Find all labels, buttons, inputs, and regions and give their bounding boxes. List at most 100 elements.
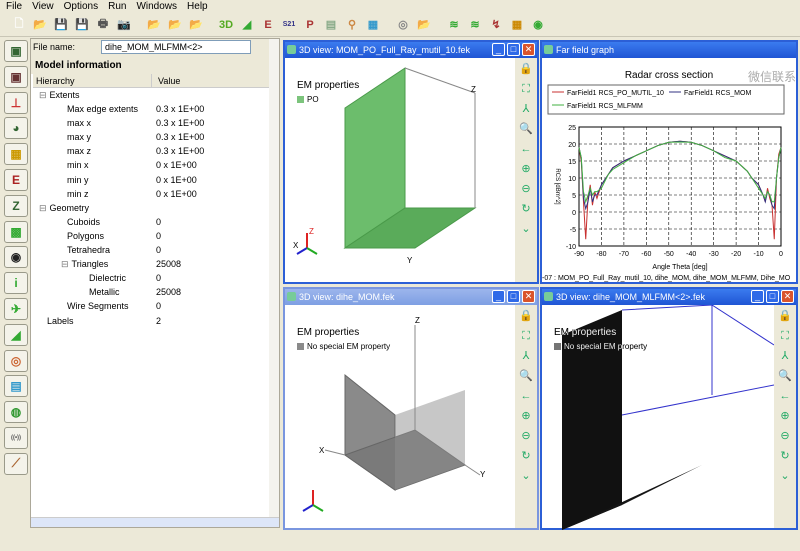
minimize-button[interactable]: _ xyxy=(492,290,505,303)
axes-icon[interactable]: ⅄ xyxy=(518,348,535,365)
maximize-button[interactable]: □ xyxy=(766,290,779,303)
rotate-icon[interactable]: ↻ xyxy=(518,448,535,465)
tree-row[interactable]: Metallic 25008 xyxy=(31,285,279,299)
s21-icon[interactable]: S21 xyxy=(280,16,298,34)
monitor2-icon[interactable]: ▣ xyxy=(4,65,28,88)
gauge-icon[interactable]: ◎ xyxy=(4,349,28,372)
open-model-icon[interactable]: 📂 xyxy=(145,16,163,34)
window-title[interactable]: 3D view: MOM_PO_Full_Ray_mutil_10.fek _ □… xyxy=(285,42,537,58)
transform-icon[interactable]: ↯ xyxy=(487,16,505,34)
menu-run[interactable]: Run xyxy=(108,0,126,13)
chip-icon[interactable]: ▩ xyxy=(4,220,28,243)
tree-row[interactable]: Wire Segments 0 xyxy=(31,299,279,313)
new-file-icon[interactable]: 🗋 xyxy=(10,16,28,34)
3d-viewport[interactable]: Z Y ZX xyxy=(285,58,515,284)
open-results-icon[interactable]: 📂 xyxy=(166,16,184,34)
zoom-extents-icon[interactable]: ⛶ xyxy=(777,328,794,345)
vertical-scrollbar[interactable] xyxy=(269,39,279,527)
zoom-extents-icon[interactable]: ⛶ xyxy=(518,81,535,98)
zoom-in-icon[interactable]: ⊕ xyxy=(777,408,794,425)
out-icon[interactable]: 📂 xyxy=(415,16,433,34)
tree-row[interactable]: ⊟ Triangles 25008 xyxy=(31,257,279,271)
tree-row[interactable]: ⊟ Geometry xyxy=(31,201,279,215)
3d-viewport[interactable]: Z X Y xyxy=(285,305,515,530)
menu-file[interactable]: File xyxy=(6,0,22,13)
tree-row[interactable]: Labels 2 xyxy=(31,314,279,328)
back-arrow-icon[interactable]: ← xyxy=(518,141,535,158)
spectrum-icon[interactable]: ▤ xyxy=(4,375,28,398)
probe-icon[interactable]: ⚲ xyxy=(343,16,361,34)
rcs-chart[interactable]: Radar cross section FarField1 RCS_PO_MUTI… xyxy=(542,58,796,282)
axes-icon[interactable]: ⅄ xyxy=(518,101,535,118)
zoom-out-icon[interactable]: ⊖ xyxy=(518,428,535,445)
farfield-e-icon[interactable]: ≋ xyxy=(466,16,484,34)
arrow-icon[interactable]: ◢ xyxy=(4,323,28,346)
tree-row[interactable]: max y 0.3 x 1E+00 xyxy=(31,130,279,144)
zoom-icon[interactable]: 🔍 xyxy=(777,368,794,385)
E-icon[interactable]: E xyxy=(4,168,28,191)
axes-icon[interactable]: ⊥ xyxy=(4,91,28,114)
menu-help[interactable]: Help xyxy=(187,0,208,13)
close-button[interactable]: ✕ xyxy=(522,290,535,303)
horizontal-scrollbar[interactable] xyxy=(31,517,279,527)
file-name-select[interactable] xyxy=(101,40,252,54)
expand-icon[interactable]: ⌄ xyxy=(518,468,535,485)
3d-view-icon[interactable]: 3D xyxy=(217,16,235,34)
target-icon[interactable]: ◎ xyxy=(394,16,412,34)
zoom-out-icon[interactable]: ⊖ xyxy=(518,181,535,198)
compare-icon[interactable]: ▤ xyxy=(322,16,340,34)
zoom-icon[interactable]: 🔍 xyxy=(518,368,535,385)
farfield-c-icon[interactable]: ≋ xyxy=(445,16,463,34)
axes-icon[interactable]: ⅄ xyxy=(777,348,794,365)
tree-row[interactable]: min z 0 x 1E+00 xyxy=(31,187,279,201)
zoom-in-icon[interactable]: ⊕ xyxy=(518,161,535,178)
collapse-icon[interactable]: ⊟ xyxy=(39,90,47,100)
lock-icon[interactable]: 🔒 xyxy=(518,61,535,78)
cadfeko-icon[interactable]: ◢ xyxy=(238,16,256,34)
open-icon[interactable]: 📂 xyxy=(31,16,49,34)
minimize-button[interactable]: _ xyxy=(751,290,764,303)
grid-icon[interactable]: ▦ xyxy=(4,143,28,166)
table-icon[interactable]: ▦ xyxy=(508,16,526,34)
back-arrow-icon[interactable]: ← xyxy=(518,388,535,405)
tree-row[interactable]: min y 0 x 1E+00 xyxy=(31,173,279,187)
tree-row[interactable]: Tetrahedra 0 xyxy=(31,243,279,257)
tree-row[interactable]: Polygons 0 xyxy=(31,229,279,243)
p-icon[interactable]: P xyxy=(301,16,319,34)
zoom-extents-icon[interactable]: ⛶ xyxy=(518,328,535,345)
back-arrow-icon[interactable]: ← xyxy=(777,388,794,405)
tree-row[interactable]: min x 0 x 1E+00 xyxy=(31,158,279,172)
camera-icon[interactable]: 📷 xyxy=(115,16,133,34)
tree-row[interactable]: max x 0.3 x 1E+00 xyxy=(31,116,279,130)
window-title[interactable]: Far field graph xyxy=(542,42,796,58)
ring-icon[interactable]: ◉ xyxy=(529,16,547,34)
tree-row[interactable]: Dielectric 0 xyxy=(31,271,279,285)
Z-icon[interactable]: Z xyxy=(4,194,28,217)
monitor-icon[interactable]: ▣ xyxy=(4,40,28,62)
tree-row[interactable]: Max edge extents 0.3 x 1E+00 xyxy=(31,102,279,116)
menu-options[interactable]: Options xyxy=(64,0,98,13)
collapse-icon[interactable]: ⊟ xyxy=(39,203,47,213)
maximize-button[interactable]: □ xyxy=(507,43,520,56)
sphere-icon[interactable]: ◕ xyxy=(4,117,28,140)
save-as-icon[interactable]: 💾 xyxy=(73,16,91,34)
open-optimization-icon[interactable]: 📂 xyxy=(187,16,205,34)
expand-icon[interactable]: ⌄ xyxy=(777,468,794,485)
info-icon[interactable]: i xyxy=(4,272,28,295)
menu-windows[interactable]: Windows xyxy=(136,0,177,13)
rotate-icon[interactable]: ↻ xyxy=(777,448,794,465)
print-icon[interactable]: 🖶 xyxy=(94,16,112,34)
expand-icon[interactable]: ⌄ xyxy=(518,221,535,238)
binoculars-icon[interactable]: ◉ xyxy=(4,246,28,269)
save-icon[interactable]: 💾 xyxy=(52,16,70,34)
editfeko-icon[interactable]: E xyxy=(259,16,277,34)
rotate-icon[interactable]: ↻ xyxy=(518,201,535,218)
plane-icon[interactable]: ✈ xyxy=(4,297,28,320)
tree-row[interactable]: ⊟ Extents xyxy=(31,88,279,102)
lock-icon[interactable]: 🔒 xyxy=(777,308,794,325)
close-button[interactable]: ✕ xyxy=(522,43,535,56)
maximize-button[interactable]: □ xyxy=(507,290,520,303)
close-button[interactable]: ✕ xyxy=(781,290,794,303)
graph-icon[interactable]: ⟋ xyxy=(4,452,28,475)
zoom-out-icon[interactable]: ⊖ xyxy=(777,428,794,445)
